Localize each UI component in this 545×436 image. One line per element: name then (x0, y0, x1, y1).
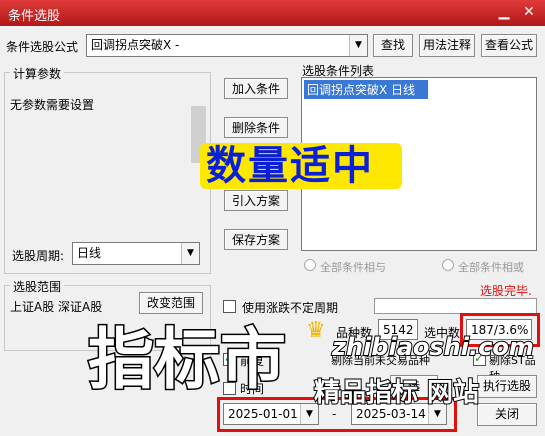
rise-fall-field[interactable] (374, 298, 537, 314)
status-text: 选股完毕. (480, 284, 532, 298)
import-plan-button[interactable]: 引入方案 (224, 190, 288, 211)
view-formula-button[interactable]: 查看公式 (481, 34, 537, 57)
formula-label: 条件选股公式 (6, 40, 79, 54)
scope-legend: 选股范围 (10, 278, 65, 295)
minimize-icon[interactable]: ▁ (495, 3, 513, 21)
or-label: 全部条件相或 (458, 261, 524, 274)
add-condition-button[interactable]: 加入条件 (224, 78, 288, 99)
params-text: 无参数需要设置 (10, 98, 95, 112)
find-button[interactable]: 查找 (373, 34, 413, 57)
window-title: 条件选股 (8, 9, 61, 24)
radio-and[interactable] (304, 259, 316, 271)
list-item[interactable]: 回调拐点突破X 日线 (304, 80, 428, 99)
change-scope-button[interactable]: 改变范围 (139, 292, 203, 314)
close-icon[interactable]: ✕ (520, 3, 538, 21)
close-button[interactable]: 关闭 (477, 403, 537, 426)
watermark-sub: 精品指标 网站 (313, 377, 480, 409)
delete-condition-button[interactable]: 删除条件 (224, 117, 288, 138)
watermark-big: 指标市 (87, 320, 288, 399)
crown-icon: ♛ (306, 318, 326, 343)
watermark-site: zhibiaoshi.com (331, 332, 535, 362)
formula-value: 回调拐点突破X - (91, 38, 180, 52)
formula-select[interactable]: 回调拐点突破X - ▼ (86, 34, 368, 57)
radio-or[interactable] (442, 259, 454, 271)
chevron-down-icon[interactable]: ▼ (181, 243, 199, 264)
and-label: 全部条件相与 (320, 261, 386, 274)
banner-text: 数量适中 (206, 143, 374, 189)
chevron-down-icon[interactable]: ▼ (349, 35, 367, 56)
rise-fall-label: 使用涨跌不定周期 (242, 301, 339, 315)
execute-button[interactable]: 执行选股 (477, 375, 537, 398)
period-select[interactable]: 日线 ▼ (72, 242, 200, 265)
title-bar: 条件选股 ▁ ✕ (0, 0, 545, 26)
usage-button[interactable]: 用法注释 (419, 34, 475, 57)
scope-text: 上证A股 深证A股 (10, 300, 103, 314)
period-value: 日线 (77, 246, 102, 260)
rise-fall-checkbox[interactable] (223, 300, 236, 313)
save-plan-button[interactable]: 保存方案 (224, 229, 288, 250)
period-label: 选股周期: (12, 249, 65, 263)
params-legend: 计算参数 (10, 65, 65, 82)
